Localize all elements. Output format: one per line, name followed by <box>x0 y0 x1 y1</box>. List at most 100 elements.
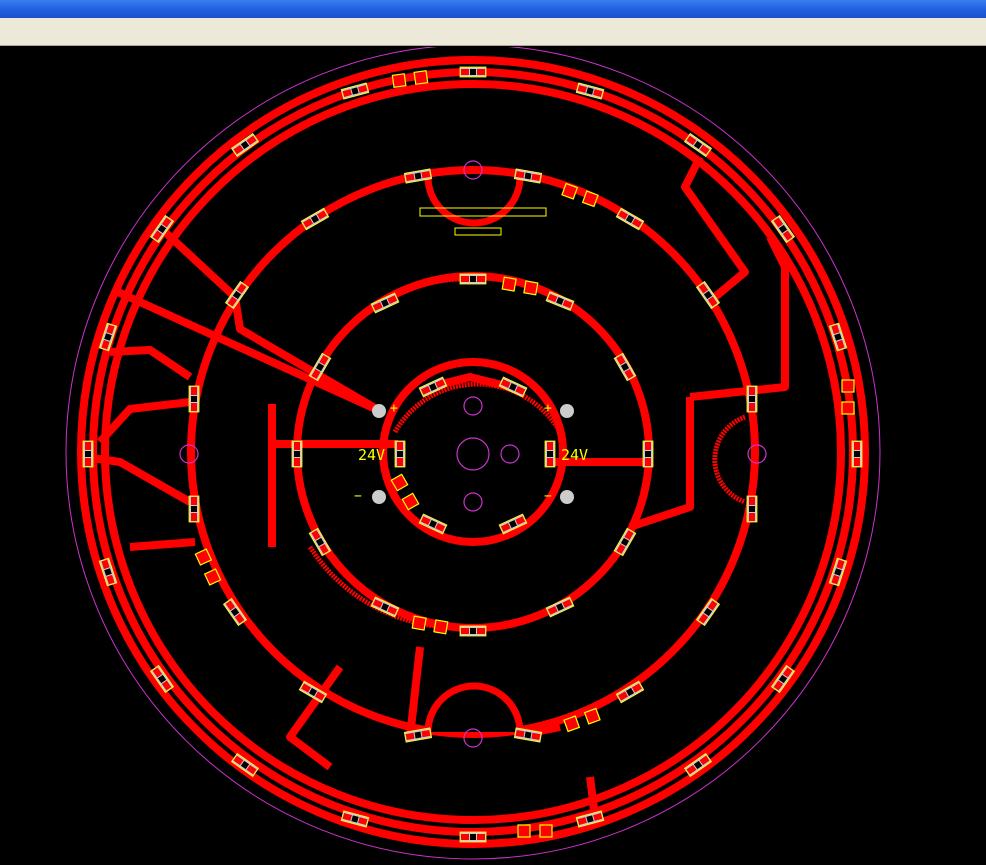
resistor-gap <box>645 451 651 457</box>
resistor-gap <box>524 172 532 180</box>
smd-resistor[interactable] <box>545 596 575 618</box>
smd-resistor[interactable] <box>642 440 654 468</box>
hole-center-bottom <box>463 492 483 512</box>
trace-10 <box>109 346 193 381</box>
resistor-gap <box>854 451 860 457</box>
resistor-pad <box>477 69 485 75</box>
smd-resistor[interactable] <box>613 527 637 557</box>
resistor-pad <box>547 442 553 450</box>
led-pad-outline <box>413 70 429 85</box>
resistor-gap <box>414 172 422 180</box>
hole-center <box>456 437 490 471</box>
resistor-pad <box>461 69 469 75</box>
trace-12 <box>406 646 424 738</box>
resistor-pad <box>294 442 300 450</box>
resistor-pad <box>477 834 485 840</box>
boss-bottom <box>424 682 524 733</box>
resistor-gap <box>85 451 91 457</box>
resistor-pad <box>749 513 755 521</box>
resistor-pad <box>749 387 755 395</box>
resistor-gap <box>414 731 422 739</box>
silk-rect-2 <box>454 227 502 236</box>
resistor-pad <box>645 458 651 466</box>
resistor-pad <box>294 458 300 466</box>
resistor-gap <box>470 834 476 840</box>
resistor-pad <box>85 458 91 466</box>
resistor-pad <box>477 628 485 634</box>
resistor-pad <box>191 403 197 411</box>
pcb-canvas[interactable]: 24V 24V + + − − <box>0 47 986 865</box>
led-pad-outline <box>411 615 427 631</box>
mounting-holes <box>179 160 767 748</box>
led-pad-outline <box>517 824 531 838</box>
resistor-pad <box>397 442 403 450</box>
hole-center-right <box>500 444 520 464</box>
smd-resistor[interactable] <box>291 440 303 468</box>
resistor-pad <box>191 497 197 505</box>
resistor-pad <box>461 834 469 840</box>
window-title-bar <box>0 0 986 18</box>
pad-minus-right[interactable] <box>560 490 574 504</box>
smd-resistor[interactable] <box>188 385 200 413</box>
trace-9 <box>97 398 191 445</box>
pad-plus-right[interactable] <box>560 404 574 418</box>
smd-resistor[interactable] <box>613 352 637 382</box>
smd-resistor[interactable] <box>300 207 330 231</box>
smd-resistor[interactable] <box>394 440 406 468</box>
resistor-gap <box>524 731 532 739</box>
resistor-gap <box>749 396 755 402</box>
trace-11 <box>129 538 196 551</box>
pad-minus-left[interactable] <box>372 490 386 504</box>
resistor-gap <box>470 69 476 75</box>
smd-resistor[interactable] <box>851 440 863 468</box>
smd-resistor[interactable] <box>188 495 200 523</box>
smd-resistor[interactable] <box>746 385 758 413</box>
resistor-gap <box>191 506 197 512</box>
resistor-pad <box>547 458 553 466</box>
hatched-arcs <box>307 276 746 630</box>
smd-resistor[interactable] <box>545 290 575 312</box>
resistor-gap <box>470 276 476 282</box>
smd-resistor[interactable] <box>82 440 94 468</box>
led-pad-outline <box>433 619 449 635</box>
smd-resistor[interactable] <box>308 527 332 557</box>
led-pad-outline <box>501 276 517 292</box>
resistor-pad <box>461 276 469 282</box>
resistor-pad <box>854 442 860 450</box>
resistor-pad <box>749 497 755 505</box>
resistor-gap <box>191 396 197 402</box>
smd-resistor[interactable] <box>459 66 487 78</box>
resistor-pad <box>191 387 197 395</box>
toolbar <box>0 18 986 46</box>
pad-plus-left[interactable] <box>372 404 386 418</box>
resistor-pad <box>397 458 403 466</box>
trace-8 <box>84 453 192 506</box>
resistor-gap <box>470 628 476 634</box>
inner-ring-2 <box>379 358 567 546</box>
resistor-pad <box>477 276 485 282</box>
led-pad-outline <box>841 401 855 415</box>
smd-resistor[interactable] <box>746 495 758 523</box>
resistor-pad <box>854 458 860 466</box>
resistor-pad <box>85 442 91 450</box>
pcb-layout[interactable] <box>0 47 986 865</box>
resistor-gap <box>547 451 553 457</box>
hatched-arc-top <box>317 276 461 369</box>
resistor-pad <box>191 513 197 521</box>
led-pad-outline <box>841 379 855 393</box>
led-pad-outline <box>523 280 539 296</box>
led-pad-outline <box>391 73 407 88</box>
smd-resistor[interactable] <box>459 273 487 285</box>
hole-center-top <box>463 396 483 416</box>
resistor-pad <box>645 442 651 450</box>
led-pad-outline <box>539 824 553 838</box>
resistor-pad <box>461 628 469 634</box>
smd-resistor[interactable] <box>544 440 556 468</box>
hatched-arc-right <box>712 414 746 505</box>
smd-resistor[interactable] <box>459 625 487 637</box>
smd-resistor[interactable] <box>615 207 645 231</box>
resistor-gap <box>294 451 300 457</box>
resistor-gap <box>749 506 755 512</box>
smd-resistor[interactable] <box>459 831 487 843</box>
resistor-pad <box>749 403 755 411</box>
